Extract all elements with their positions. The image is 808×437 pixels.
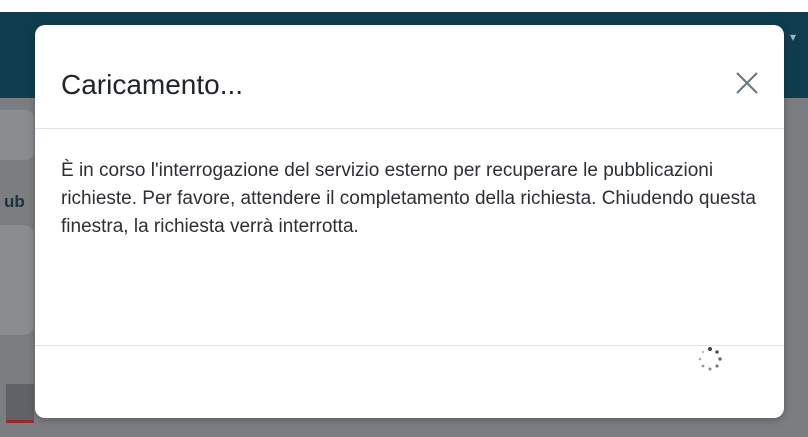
top-strip [0,0,808,12]
modal-footer [35,345,784,419]
background-logo [6,384,34,423]
modal-header: Caricamento... [35,25,784,129]
background-card [0,225,34,335]
background-card [0,110,34,160]
close-button[interactable] [729,65,765,101]
loading-modal: Caricamento... È in corso l'interrogazio… [35,25,784,418]
modal-title: Caricamento... [61,69,244,100]
modal-body: È in corso l'interrogazione del servizio… [61,157,761,241]
modal-message: È in corso l'interrogazione del servizio… [61,160,756,237]
close-icon [736,72,758,94]
navbar-caret-icon: ▾ [790,30,797,44]
spinner-icon [698,347,722,371]
background-heading-fragment: ub [4,192,25,211]
